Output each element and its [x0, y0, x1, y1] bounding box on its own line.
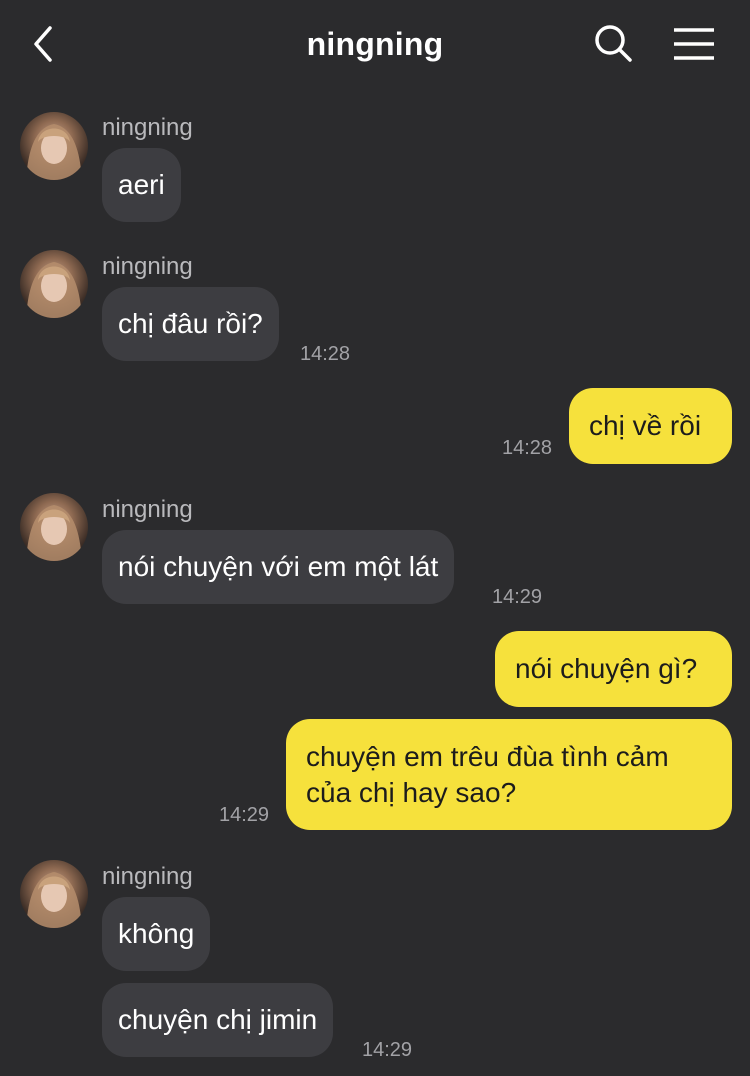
search-button[interactable] [592, 22, 636, 66]
avatar-photo [26, 124, 82, 180]
message-text-line: chuyện em trêu đùa tình cảm [306, 741, 669, 772]
sender-name: ningning [102, 496, 193, 523]
avatar[interactable] [20, 112, 88, 180]
sender-name: ningning [102, 253, 193, 280]
message-timestamp: 14:29 [362, 1039, 413, 1061]
message-bubble[interactable]: chuyện chị jimin [102, 983, 334, 1057]
menu-button[interactable] [672, 26, 716, 62]
avatar-photo [26, 872, 82, 928]
avatar[interactable] [20, 860, 88, 928]
hamburger-menu-icon [674, 28, 714, 60]
message-bubble[interactable]: chuyện em trêu đùa tình cảm của chị hay … [286, 719, 732, 830]
avatar-photo [26, 505, 82, 561]
message-bubble[interactable]: không [102, 897, 211, 971]
message-timestamp: 14:28 [300, 343, 351, 365]
message-bubble[interactable]: nói chuyện gì? [495, 631, 732, 707]
avatar[interactable] [20, 250, 88, 318]
message-bubble[interactable]: chị đâu rồi? [102, 287, 279, 361]
chat-title: ningning [306, 26, 444, 62]
avatar[interactable] [20, 493, 88, 561]
message-timestamp: 14:29 [219, 804, 270, 826]
sender-name: ningning [102, 114, 193, 141]
message-timestamp: 14:29 [492, 586, 543, 608]
avatar-photo [26, 262, 82, 318]
chat-header: ningning [0, 0, 750, 88]
sender-name: ningning [102, 863, 193, 890]
message-bubble[interactable]: aeri [102, 148, 181, 222]
message-text-line: của chị hay sao? [306, 777, 517, 808]
message-bubble[interactable]: chị về rồi [569, 388, 732, 464]
message-timestamp: 14:28 [502, 437, 553, 459]
message-bubble[interactable]: nói chuyện với em một lát [102, 530, 455, 604]
search-icon [595, 25, 632, 62]
